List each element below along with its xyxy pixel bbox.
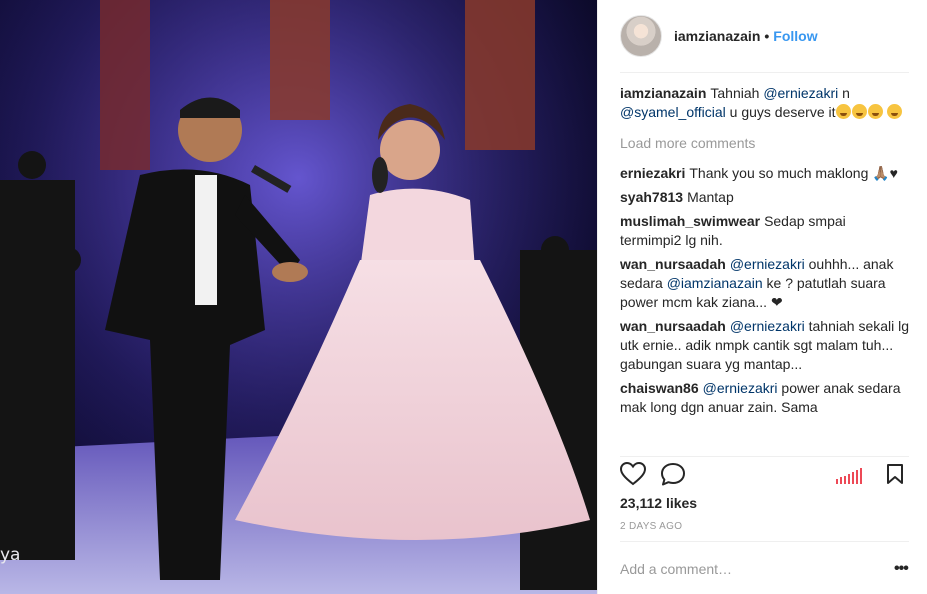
- mention-link[interactable]: @erniezakri: [730, 256, 805, 272]
- mention-link[interactable]: @iamzianazain: [667, 275, 763, 291]
- more-options-icon[interactable]: •••: [894, 560, 909, 578]
- header-username[interactable]: iamzianazain: [674, 28, 760, 44]
- comment-text: Mantap: [687, 189, 734, 205]
- comment-username[interactable]: erniezakri: [620, 165, 685, 181]
- caption-username[interactable]: iamzianazain: [620, 85, 706, 101]
- photo-caption-text: ya: [0, 545, 21, 565]
- heart-icon[interactable]: [619, 461, 647, 489]
- comment-username[interactable]: syah7813: [620, 189, 683, 205]
- emoji-icon: [887, 104, 903, 119]
- emoji-icon: [867, 104, 883, 119]
- stage-illustration: [0, 0, 597, 594]
- caption-text: Tahniah: [710, 85, 764, 101]
- comment-item: wan_nursaadah @erniezakri tahniah sekali …: [620, 317, 910, 374]
- mention-link[interactable]: @erniezakri: [763, 85, 838, 101]
- comment-username[interactable]: chaiswan86: [620, 380, 699, 396]
- comment-item: syah7813 Mantap: [620, 188, 910, 207]
- comment-item: wan_nursaadah @erniezakri ouhhh... anak s…: [620, 255, 910, 312]
- add-comment-divider: [620, 541, 909, 542]
- follow-button[interactable]: Follow: [773, 28, 817, 44]
- comment-item: chaiswan86 @erniezakri power anak sedara …: [620, 379, 910, 417]
- comment-username[interactable]: muslimah_swimwear: [620, 213, 760, 229]
- add-comment-input[interactable]: Add a comment…: [620, 561, 732, 577]
- action-bar: [619, 461, 910, 490]
- caption-text: u guys deserve it: [725, 104, 836, 120]
- header-separator: •: [764, 28, 770, 44]
- comment-item: muslimah_swimwear Sedap smpai termimpi2 l…: [620, 212, 910, 250]
- mention-link[interactable]: @erniezakri: [703, 380, 778, 396]
- emoji-icon: [835, 104, 851, 119]
- comments-list[interactable]: iamzianazain Tahniah @erniezakri n @syame…: [620, 84, 910, 456]
- comment-username[interactable]: wan_nursaadah: [620, 318, 726, 334]
- post-caption: iamzianazain Tahniah @erniezakri n @syame…: [620, 84, 910, 122]
- post-photo[interactable]: ya: [0, 0, 597, 594]
- comment-item: erniezakri Thank you so much maklong 🙏🏽♥: [620, 164, 910, 183]
- header-divider: [620, 72, 909, 73]
- bookmark-icon[interactable]: [886, 463, 904, 488]
- likes-count[interactable]: 23,112 likes: [620, 495, 697, 511]
- comment-icon[interactable]: [660, 462, 686, 490]
- signal-bars-icon: [836, 468, 866, 487]
- emoji-icon: [851, 104, 867, 119]
- avatar[interactable]: [620, 15, 662, 57]
- caption-text: n: [838, 85, 850, 101]
- load-more-comments[interactable]: Load more comments: [620, 134, 910, 153]
- comment-text: Thank you so much maklong 🙏🏽♥: [689, 165, 898, 181]
- mention-link[interactable]: @erniezakri: [730, 318, 805, 334]
- post-side-panel: iamzianazain • Follow iamzianazain Tahnia…: [597, 0, 927, 594]
- post-header: iamzianazain • Follow: [598, 0, 927, 72]
- comment-username[interactable]: wan_nursaadah: [620, 256, 726, 272]
- post-timestamp[interactable]: 2 DAYS AGO: [620, 521, 682, 532]
- mention-link[interactable]: @syamel_official: [620, 104, 726, 120]
- actions-divider: [620, 456, 909, 457]
